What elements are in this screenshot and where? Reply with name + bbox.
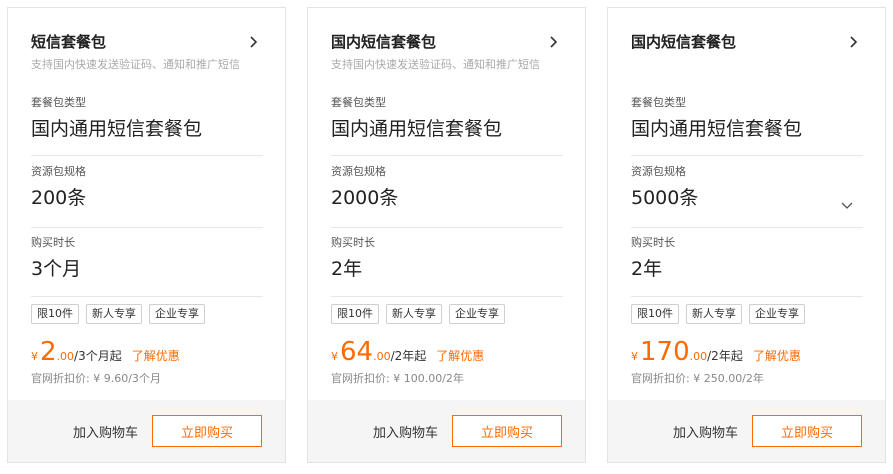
price-integer: 64: [340, 337, 374, 367]
spec-value: 200条: [31, 187, 87, 209]
price-currency: ¥: [31, 350, 38, 363]
spec-field: 资源包规格 2000条: [331, 165, 563, 228]
add-to-cart-button[interactable]: 加入购物车: [673, 422, 738, 441]
price-integer: 2: [40, 337, 57, 367]
price-unit: /3个月起: [74, 349, 122, 363]
spec-value: 2000条: [331, 187, 399, 209]
tag-limit: 限10件: [31, 304, 79, 324]
package-type-label: 套餐包类型: [631, 96, 686, 109]
card-footer: 加入购物车 立即购买: [608, 400, 885, 462]
price-decimal: .00: [373, 350, 391, 363]
package-type-field: 套餐包类型 国内通用短信套餐包: [331, 96, 563, 156]
card-footer: 加入购物车 立即购买: [308, 400, 585, 462]
spec-label: 资源包规格: [31, 165, 86, 178]
chevron-down-icon[interactable]: [841, 195, 855, 209]
tag-list: 限10件 新人专享 企业专享: [331, 304, 505, 324]
tag-limit: 限10件: [631, 304, 679, 324]
price-currency: ¥: [631, 350, 638, 363]
chevron-right-icon[interactable]: [847, 35, 861, 49]
tag-enterprise: 企业专享: [149, 304, 205, 324]
card-description: 支持国内快速发送验证码、通知和推广短信: [331, 58, 540, 71]
tag-enterprise: 企业专享: [449, 304, 505, 324]
card-header[interactable]: 国内短信套餐包: [631, 32, 863, 58]
duration-field: 购买时长 2年: [331, 236, 563, 297]
card-footer: 加入购物车 立即购买: [8, 400, 285, 462]
spec-value[interactable]: 5000条: [631, 185, 863, 211]
price-unit: /2年起: [390, 349, 427, 363]
duration-field: 购买时长 3个月: [31, 236, 263, 297]
duration-label: 购买时长: [31, 236, 75, 249]
package-card: 国内短信套餐包 支持国内快速发送验证码、通知和推广短信 套餐包类型 国内通用短信…: [307, 7, 586, 463]
duration-value: 2年: [331, 258, 363, 280]
tag-list: 限10件 新人专享 企业专享: [31, 304, 205, 324]
spec-label: 资源包规格: [631, 165, 686, 178]
spec-field: 资源包规格 200条: [31, 165, 263, 228]
add-to-cart-button[interactable]: 加入购物车: [373, 422, 438, 441]
card-description: 支持国内快速发送验证码、通知和推广短信: [31, 58, 240, 71]
package-cards: 短信套餐包 支持国内快速发送验证码、通知和推广短信 套餐包类型 国内通用短信套餐…: [0, 0, 893, 474]
chevron-right-icon[interactable]: [247, 35, 261, 49]
spec-field[interactable]: 资源包规格 5000条: [631, 165, 863, 228]
discount-link[interactable]: 了解优惠: [132, 347, 180, 364]
package-card: 国内短信套餐包 套餐包类型 国内通用短信套餐包 资源包规格 5000条 购买时长…: [607, 7, 886, 463]
tag-limit: 限10件: [331, 304, 379, 324]
package-type-field: 套餐包类型 国内通用短信套餐包: [631, 96, 863, 156]
price-decimal: .00: [689, 350, 708, 363]
discount-link[interactable]: 了解优惠: [436, 347, 484, 364]
package-type-label: 套餐包类型: [331, 96, 386, 109]
tag-new-user: 新人专享: [386, 304, 442, 324]
package-card: 短信套餐包 支持国内快速发送验证码、通知和推广短信 套餐包类型 国内通用短信套餐…: [7, 7, 286, 463]
card-title: 国内短信套餐包: [331, 33, 437, 51]
tag-enterprise: 企业专享: [749, 304, 805, 324]
duration-field: 购买时长 2年: [631, 236, 863, 297]
package-type-field: 套餐包类型 国内通用短信套餐包: [31, 96, 263, 156]
buy-now-button[interactable]: 立即购买: [452, 415, 562, 447]
duration-value: 3个月: [31, 258, 82, 280]
package-type-label: 套餐包类型: [31, 96, 86, 109]
tag-new-user: 新人专享: [686, 304, 742, 324]
card-header[interactable]: 短信套餐包 支持国内快速发送验证码、通知和推广短信: [31, 32, 263, 72]
price-row: ¥ 170 .00 /2年起 了解优惠: [631, 338, 801, 366]
card-title: 短信套餐包: [31, 33, 107, 51]
tag-list: 限10件 新人专享 企业专享: [631, 304, 805, 324]
buy-now-button[interactable]: 立即购买: [752, 415, 862, 447]
package-type-value: 国内通用短信套餐包: [31, 118, 203, 140]
duration-label: 购买时长: [331, 236, 375, 249]
discount-link[interactable]: 了解优惠: [753, 347, 801, 364]
package-type-value: 国内通用短信套餐包: [631, 118, 803, 140]
card-header[interactable]: 国内短信套餐包 支持国内快速发送验证码、通知和推广短信: [331, 32, 563, 72]
spec-label: 资源包规格: [331, 165, 386, 178]
original-price: 官网折扣价: ¥ 250.00/2年: [631, 372, 764, 385]
price-unit: /2年起: [707, 349, 743, 363]
original-price: 官网折扣价: ¥ 100.00/2年: [331, 372, 464, 385]
add-to-cart-button[interactable]: 加入购物车: [73, 422, 138, 441]
price-currency: ¥: [331, 350, 338, 363]
price-row: ¥ 64 .00 /2年起 了解优惠: [331, 338, 484, 366]
tag-new-user: 新人专享: [86, 304, 142, 324]
duration-label: 购买时长: [631, 236, 675, 249]
price-integer: 170: [640, 337, 690, 367]
package-type-value: 国内通用短信套餐包: [331, 118, 503, 140]
card-title: 国内短信套餐包: [631, 33, 737, 51]
original-price: 官网折扣价: ¥ 9.60/3个月: [31, 372, 161, 385]
chevron-right-icon[interactable]: [547, 35, 561, 49]
duration-value: 2年: [631, 258, 663, 280]
buy-now-button[interactable]: 立即购买: [152, 415, 262, 447]
price-decimal: .00: [56, 350, 75, 363]
price-row: ¥ 2 .00 /3个月起 了解优惠: [31, 338, 180, 366]
